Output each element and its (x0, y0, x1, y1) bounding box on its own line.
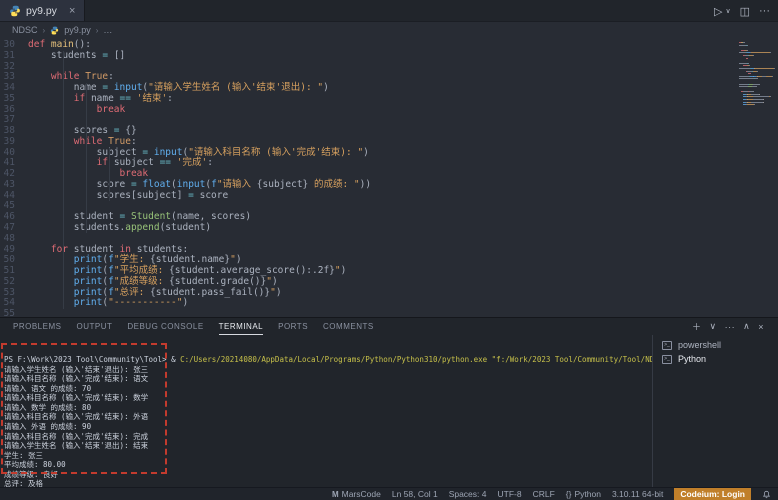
breadcrumb-symbol[interactable]: … (103, 25, 112, 35)
code-lines[interactable]: 30def main():31 students = []3233 while … (0, 38, 778, 317)
terminal-pane[interactable]: PS F:\Work\2023 Tool\Community\Tool> & C… (0, 335, 652, 487)
terminal-line: 请输入 数学 的成绩: 80 (4, 403, 652, 413)
tab-py9[interactable]: py9.py × (0, 0, 85, 21)
notifications-bell-icon[interactable] (762, 490, 771, 499)
terminal-line: 总评: 及格 (4, 479, 652, 487)
panel-tab-ports[interactable]: PORTS (278, 318, 308, 335)
indent-guide (109, 148, 110, 201)
panel-tab-terminal[interactable]: TERMINAL (219, 318, 263, 335)
bottom-panel: PROBLEMS OUTPUT DEBUG CONSOLE TERMINAL P… (0, 317, 778, 487)
code-line: 44 scores[subject] = score (0, 191, 778, 202)
close-icon[interactable]: × (69, 5, 75, 17)
more-actions-icon[interactable]: ··· (759, 5, 770, 17)
terminal-lines: PS F:\Work\2023 Tool\Community\Tool> & C… (4, 355, 652, 487)
encoding-status[interactable]: UTF-8 (498, 489, 522, 499)
line-number: 55 (0, 309, 28, 317)
terminal-line: 请输入科目名称 (输入'完成'结束): 数学 (4, 393, 652, 403)
panel-tab-comments[interactable]: COMMENTS (323, 318, 374, 335)
terminal-dropdown-icon[interactable]: ∨ (710, 321, 717, 332)
indentation-status[interactable]: Spaces: 4 (449, 489, 487, 499)
indent-guide (63, 51, 64, 309)
terminal-line: 请输入科目名称 (输入'完成'结束): 完成 (4, 432, 652, 442)
run-dropdown-icon[interactable]: ∨ (725, 7, 730, 15)
python-file-icon (50, 26, 59, 35)
terminal-line: 学生: 张三 (4, 451, 652, 461)
code-line: 32 (0, 62, 778, 73)
panel-maximize-icon[interactable]: ∧ (743, 321, 750, 332)
terminal-line: 请输入 外语 的成绩: 90 (4, 422, 652, 432)
terminal-icon: >_ (662, 341, 672, 350)
run-button[interactable]: ▷ (714, 5, 722, 18)
editor-actions: ▷ ∨ ◫ ··· (714, 0, 770, 22)
language-label: Python (574, 489, 600, 499)
terminal-line: 请输入学生姓名 (输入'结束'退出): 结束 (4, 441, 652, 451)
marscode-status[interactable]: M MarsCode (332, 489, 381, 499)
marscode-icon: M (332, 490, 339, 499)
marscode-label: MarsCode (342, 489, 381, 499)
editor-tab-bar: py9.py × ▷ ∨ ◫ ··· (0, 0, 778, 22)
eol-status[interactable]: CRLF (533, 489, 555, 499)
minimap[interactable] (739, 42, 775, 109)
panel-tab-bar: PROBLEMS OUTPUT DEBUG CONSOLE TERMINAL P… (0, 318, 778, 335)
panel-action-icons: ＋ ∨ ··· ∧ × (692, 318, 764, 335)
tab-label: py9.py (26, 5, 57, 17)
editor-pane[interactable]: 30def main():31 students = []3233 while … (0, 38, 778, 317)
codeium-login-button[interactable]: Codeium: Login (674, 488, 751, 500)
line-number: 52 (0, 277, 28, 288)
terminal-line: 请输入科目名称 (输入'完成'结束): 外语 (4, 412, 652, 422)
panel-close-icon[interactable]: × (758, 322, 764, 332)
python-file-icon (9, 5, 21, 17)
status-bar: M MarsCode Ln 58, Col 1 Spaces: 4 UTF-8 … (0, 487, 778, 500)
breadcrumb-folder[interactable]: NDSC (12, 25, 38, 35)
cursor-position[interactable]: Ln 58, Col 1 (392, 489, 438, 499)
breadcrumb-file[interactable]: py9.py (64, 25, 91, 35)
terminal-line: PS F:\Work\2023 Tool\Community\Tool> & C… (4, 355, 652, 365)
app-window: py9.py × ▷ ∨ ◫ ··· NDSC › py9.py › … 30d… (0, 0, 778, 317)
split-editor-icon[interactable]: ◫ (740, 5, 750, 18)
breadcrumb[interactable]: NDSC › py9.py › … (0, 22, 778, 38)
line-number: 48 (0, 234, 28, 245)
terminal-session-powershell[interactable]: >_ powershell (653, 338, 778, 352)
terminal-line: 请输入科目名称 (输入'完成'结束): 语文 (4, 374, 652, 384)
language-mode[interactable]: {} Python (566, 489, 601, 499)
terminal-session-label: powershell (678, 340, 721, 350)
terminal-session-list: >_ powershell >_ Python (652, 335, 778, 487)
panel-tab-output[interactable]: OUTPUT (76, 318, 112, 335)
terminal-line: 请输入 语文 的成绩: 70 (4, 384, 652, 394)
indent-guide (86, 83, 87, 233)
code-line: 31 students = [] (0, 51, 778, 62)
line-number: 31 (0, 51, 28, 62)
code-line: 36 break (0, 105, 778, 116)
chevron-right-icon: › (43, 26, 46, 35)
code-line: 47 students.append(student) (0, 223, 778, 234)
terminal-session-label: Python (678, 354, 706, 364)
code-line: 55 (0, 309, 778, 317)
terminal-line: 平均成绩: 80.00 (4, 460, 652, 470)
panel-tab-problems[interactable]: PROBLEMS (13, 318, 61, 335)
braces-icon: {} (566, 489, 572, 499)
terminal-icon: >_ (662, 355, 672, 364)
line-number: 35 (0, 94, 28, 105)
python-interpreter[interactable]: 3.10.11 64-bit (612, 489, 663, 499)
terminal-line: 成绩等级: 良好 (4, 470, 652, 480)
chevron-right-icon: › (96, 26, 99, 35)
panel-body: PS F:\Work\2023 Tool\Community\Tool> & C… (0, 335, 778, 487)
terminal-session-python[interactable]: >_ Python (653, 352, 778, 366)
new-terminal-icon[interactable]: ＋ (692, 320, 702, 333)
panel-tab-debug-console[interactable]: DEBUG CONSOLE (127, 318, 203, 335)
terminal-line: 请输入学生姓名 (输入'结束'退出): 张三 (4, 365, 652, 375)
panel-more-icon[interactable]: ··· (725, 322, 736, 332)
code-line: 54 print("-----------") (0, 298, 778, 309)
